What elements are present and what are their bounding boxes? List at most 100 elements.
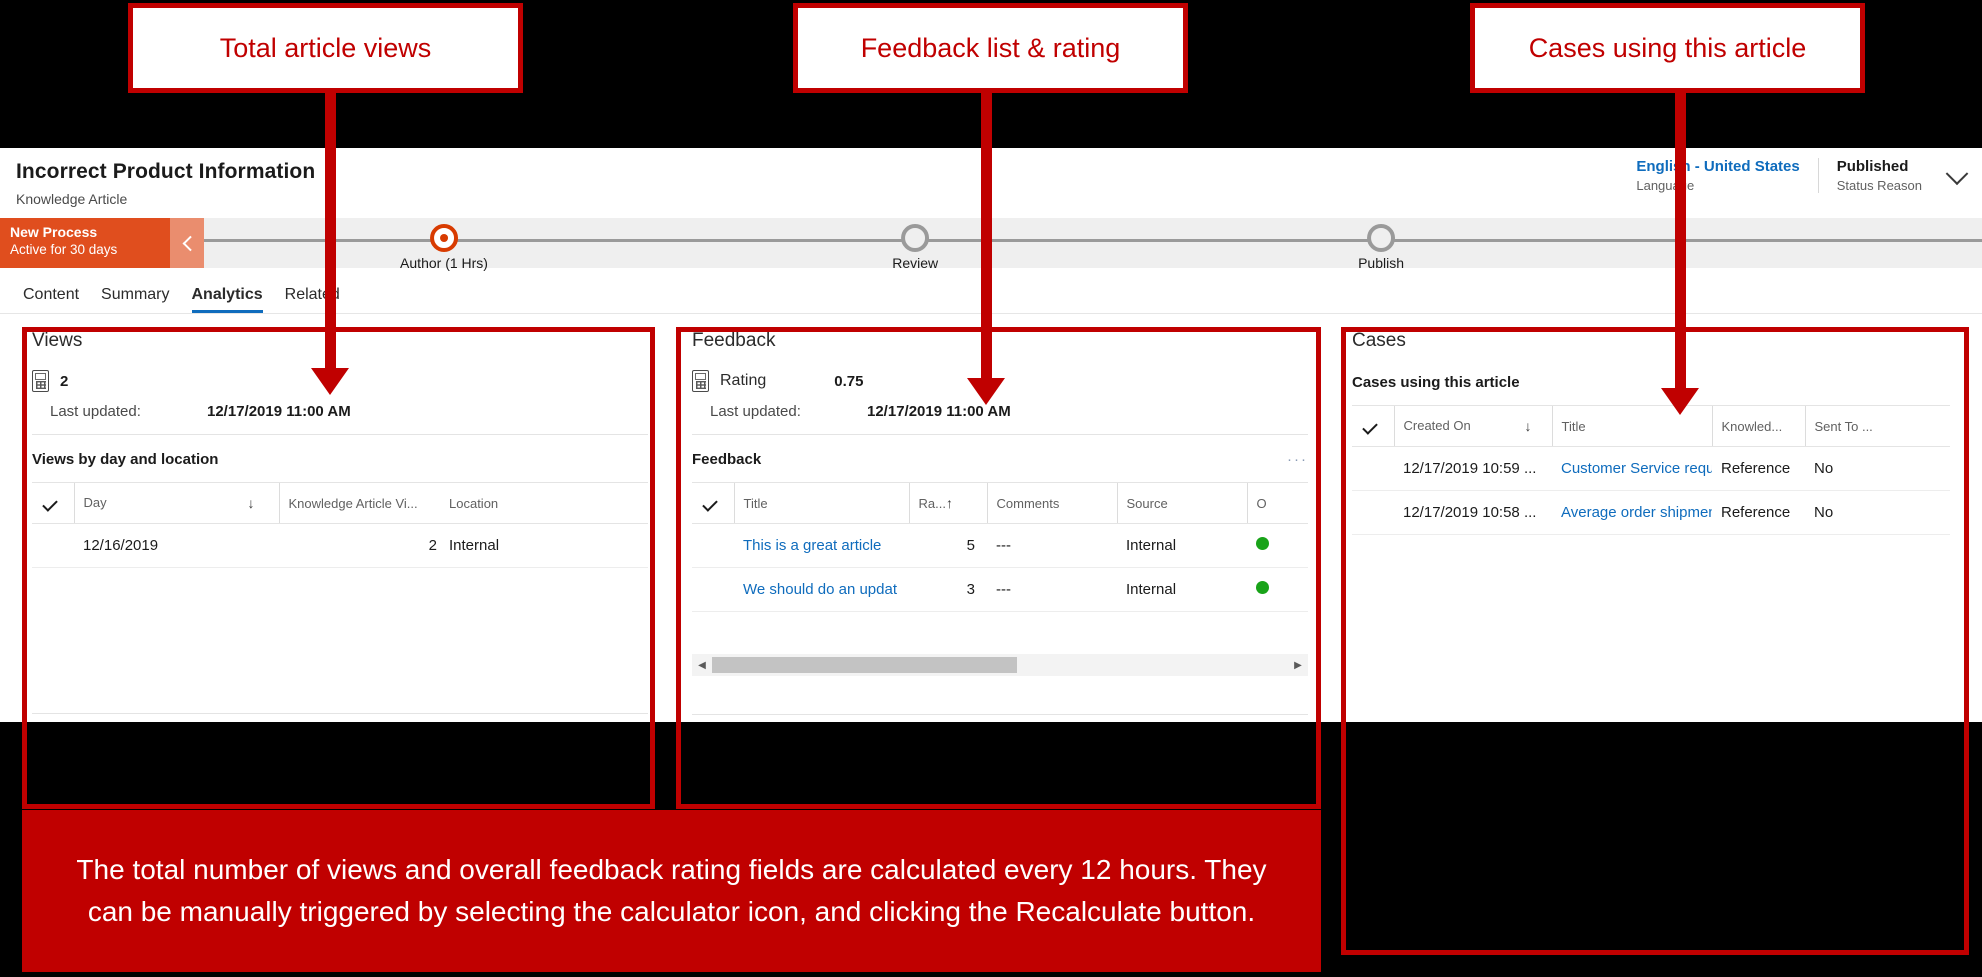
column-header-knowledge[interactable]: Knowled... <box>1711 406 1805 447</box>
views-grid-header: Views by day and location <box>32 435 648 483</box>
status-reason-field[interactable]: Published Status Reason <box>1817 158 1940 193</box>
bpf-duration: Active for 30 days <box>10 242 118 257</box>
status-reason-label: Status Reason <box>1836 178 1922 193</box>
horizontal-scrollbar[interactable]: ◀ ▶ <box>692 654 1308 676</box>
row-checkbox[interactable] <box>1352 490 1394 535</box>
views-metric-value: 2 <box>60 372 69 390</box>
cell-owner <box>1247 567 1308 612</box>
column-header-created-on[interactable]: Created On ↓ <box>1393 406 1552 447</box>
cell-title[interactable]: We should do an updat <box>734 567 909 612</box>
cell-title[interactable]: Customer Service reque <box>1552 446 1712 491</box>
bpf-track: Author (1 Hrs) Review Publish <box>204 218 1982 271</box>
bpf-stage-dot <box>901 224 930 252</box>
views-last-updated-label: Last updated: <box>50 403 141 420</box>
bpf-stage-label: Publish <box>1358 255 1404 271</box>
check-icon <box>1361 418 1378 435</box>
column-header-title[interactable]: Title <box>733 483 909 524</box>
cell-source: Internal <box>1117 567 1247 612</box>
column-header-location[interactable]: Location <box>449 483 648 524</box>
feedback-panel: Feedback Rating 0.75 Last updated: 12/17… <box>670 314 1330 722</box>
tab-content[interactable]: Content <box>12 286 90 313</box>
row-checkbox[interactable] <box>32 523 74 568</box>
table-row[interactable]: 12/17/2019 10:59 ... Customer Service re… <box>1352 446 1950 491</box>
tab-summary[interactable]: Summary <box>90 286 180 313</box>
cases-grid-title: Cases using this article <box>1352 374 1520 391</box>
views-panel-footer-rule <box>32 713 648 714</box>
column-header-owner[interactable]: O <box>1246 483 1308 524</box>
table-header-row: Created On ↓ Title Knowled... Sent To ..… <box>1352 406 1950 447</box>
callout-label: Total article views <box>219 32 432 63</box>
feedback-grid-title: Feedback <box>692 451 762 468</box>
more-commands-icon[interactable]: ··· <box>1287 451 1308 468</box>
tab-analytics[interactable]: Analytics <box>181 286 274 313</box>
callout-label: Cases using this article <box>1528 32 1807 63</box>
language-field[interactable]: English - United States Language <box>1618 158 1817 193</box>
feedback-last-updated-label: Last updated: <box>710 403 801 420</box>
row-checkbox[interactable] <box>1352 446 1394 491</box>
screenshot-root: Incorrect Product Information Knowledge … <box>0 0 1982 977</box>
rating-metric-value: 0.75 <box>834 372 864 390</box>
callout-label: Feedback list & rating <box>860 32 1121 63</box>
page-title: Incorrect Product Information <box>16 160 316 183</box>
bpf-stage-author[interactable]: Author (1 Hrs) <box>400 224 488 271</box>
select-all-checkbox[interactable] <box>32 483 74 524</box>
table-header-row: Title Ra...↑ Comments Source O <box>692 483 1308 524</box>
status-badge <box>1256 537 1269 550</box>
row-checkbox[interactable] <box>692 567 734 612</box>
cases-grid-header: Cases using this article <box>1352 352 1950 406</box>
language-value[interactable]: English - United States <box>1636 158 1799 175</box>
feedback-last-updated-value: 12/17/2019 11:00 AM <box>867 403 1011 420</box>
chevron-left-icon <box>182 235 198 251</box>
column-header-source[interactable]: Source <box>1116 483 1247 524</box>
bpf-process-name[interactable]: New Process Active for 30 days <box>0 218 170 268</box>
calculator-icon[interactable] <box>32 370 49 392</box>
bpf-stage-dot-active <box>430 224 459 252</box>
callout-cases-using-this-article: Cases using this article <box>1470 3 1865 93</box>
sort-descending-icon: ↓ <box>1524 418 1532 434</box>
cell-title[interactable]: This is a great article <box>734 523 909 568</box>
cell-created-on: 12/17/2019 10:58 ... <box>1394 490 1552 535</box>
cell-knowledge: Reference <box>1712 490 1805 535</box>
scroll-right-icon[interactable]: ▶ <box>1288 660 1308 671</box>
column-header-comments[interactable]: Comments <box>986 483 1117 524</box>
status-badge <box>1256 581 1269 594</box>
row-checkbox[interactable] <box>692 523 734 568</box>
cell-knowledge: Reference <box>1712 446 1805 491</box>
tab-related[interactable]: Related <box>274 286 351 313</box>
views-grid-title: Views by day and location <box>32 451 219 468</box>
cell-title[interactable]: Average order shipmen <box>1552 490 1712 535</box>
column-header-sent-to[interactable]: Sent To ... <box>1804 406 1950 447</box>
callout-arrow-stem <box>325 93 336 373</box>
callout-arrow-head <box>311 368 349 395</box>
column-header-day[interactable]: Day ↓ <box>73 483 279 524</box>
scrollbar-thumb[interactable] <box>712 657 1018 673</box>
feedback-grid-header: Feedback ··· <box>692 435 1308 483</box>
cases-grid: Created On ↓ Title Knowled... Sent To ..… <box>1352 406 1950 535</box>
scrollbar-track[interactable] <box>712 657 1288 673</box>
table-row[interactable]: This is a great article 5 --- Internal <box>692 523 1308 568</box>
table-header-row: Day ↓ Knowledge Article Vi... Location <box>32 483 648 524</box>
table-row[interactable]: We should do an updat 3 --- Internal <box>692 567 1308 612</box>
rating-metric-label: Rating <box>720 372 767 389</box>
select-all-checkbox[interactable] <box>692 483 734 524</box>
cell-owner <box>1247 523 1308 568</box>
header-expand-button[interactable] <box>1940 158 1974 198</box>
column-header-rating[interactable]: Ra...↑ <box>908 483 987 524</box>
bpf-stage-publish[interactable]: Publish <box>1358 224 1404 271</box>
callout-total-article-views: Total article views <box>128 3 523 93</box>
cases-panel-title: Cases <box>1352 330 1406 351</box>
table-row[interactable]: 12/16/2019 2 Internal <box>32 523 648 568</box>
column-header-knowledge-article-views[interactable]: Knowledge Article Vi... <box>278 483 449 524</box>
annotation-caption-text: The total number of views and overall fe… <box>76 854 1267 927</box>
table-row[interactable]: 12/17/2019 10:58 ... Average order shipm… <box>1352 490 1950 535</box>
calculator-icon[interactable] <box>692 370 709 392</box>
cell-comments: --- <box>987 523 1117 568</box>
cases-panel: Cases Cases using this article Created O… <box>1330 314 1972 722</box>
bpf-collapse-button[interactable] <box>170 218 204 268</box>
callout-feedback-list-rating: Feedback list & rating <box>793 3 1188 93</box>
scroll-left-icon[interactable]: ◀ <box>692 660 712 671</box>
views-grid: Day ↓ Knowledge Article Vi... Location 1… <box>32 483 648 568</box>
bpf-stage-review[interactable]: Review <box>892 224 938 271</box>
select-all-checkbox[interactable] <box>1352 406 1394 447</box>
callout-arrow-head <box>967 378 1005 405</box>
